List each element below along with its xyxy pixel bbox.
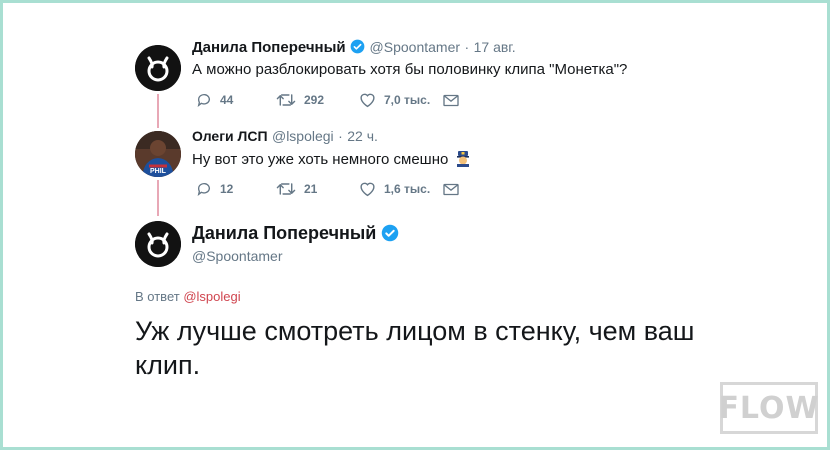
thread-line [157,94,159,128]
reply-icon [197,183,210,196]
avatar-lspolegi[interactable]: PHIL [135,131,181,177]
envelope-icon [443,183,459,195]
logo-icon [135,45,181,91]
reply-icon [197,94,210,107]
tweet-text: А можно разблокировать хотя бы половинку… [192,61,628,78]
tweet-actions: 12 21 1,6 тыс. [196,181,459,197]
avatar-spoontamer-main[interactable] [135,221,181,267]
heart-icon [360,93,375,108]
reply-count: 12 [220,182,234,196]
author-handle[interactable]: @Spoontamer [370,39,460,55]
author-name[interactable]: Данила Поперечный [192,223,376,243]
retweet-icon [276,94,296,106]
author-handle[interactable]: @lspolegi [272,128,334,144]
main-tweet-author: Данила Поперечный [192,223,399,247]
thread-line [157,180,159,216]
reply-count: 44 [220,93,234,107]
logo-icon [135,221,181,267]
profile-photo-icon: PHIL [135,131,181,177]
author-handle[interactable]: @Spoontamer [192,248,282,264]
tweet-text-content: Ну вот это уже хоть немного смешно [192,151,449,168]
tweet-header: Данила Поперечный @Spoontamer · 17 авг. [192,39,516,59]
message-button[interactable] [443,183,459,196]
retweet-count: 292 [304,93,325,107]
envelope-icon [443,94,459,106]
reply-to-mention[interactable]: @lspolegi [183,289,240,304]
reply-to-label: В ответ [135,289,180,304]
reply-button[interactable]: 12 [196,181,276,197]
retweet-button[interactable]: 21 [276,181,359,197]
reply-button[interactable]: 44 [196,92,276,108]
avatar-spoontamer[interactable] [135,45,181,91]
tweet-time[interactable]: 22 ч. [347,128,378,144]
verified-icon [350,39,365,59]
retweet-icon [276,183,296,195]
police-officer-emoji-icon [455,150,471,171]
message-button[interactable] [443,94,459,107]
main-tweet-text: Уж лучше смотреть лицом в стенку, чем ва… [135,316,695,380]
separator-dot: · [464,39,470,55]
author-name[interactable]: Данила Поперечный [192,39,346,56]
tweet-actions: 44 292 7,0 тыс. [196,92,459,108]
retweet-button[interactable]: 292 [276,92,359,108]
tweet-header: Олеги ЛСП @lspolegi · 22 ч. [192,128,378,146]
like-button[interactable]: 7,0 тыс. [359,92,443,108]
tweet-time[interactable]: 17 авг. [474,39,516,55]
retweet-count: 21 [304,182,318,196]
watermark: FLOW [718,382,819,434]
heart-icon [360,182,375,197]
tweet-text: Ну вот это уже хоть немного смешно [192,150,471,171]
like-count: 7,0 тыс. [384,93,431,107]
author-name[interactable]: Олеги ЛСП [192,128,268,144]
like-button[interactable]: 1,6 тыс. [359,181,443,197]
like-count: 1,6 тыс. [384,182,431,196]
reply-to-line: В ответ @lspolegi [135,289,241,304]
svg-text:PHIL: PHIL [150,168,167,175]
verified-icon [381,224,399,247]
separator-dot: · [338,128,343,144]
